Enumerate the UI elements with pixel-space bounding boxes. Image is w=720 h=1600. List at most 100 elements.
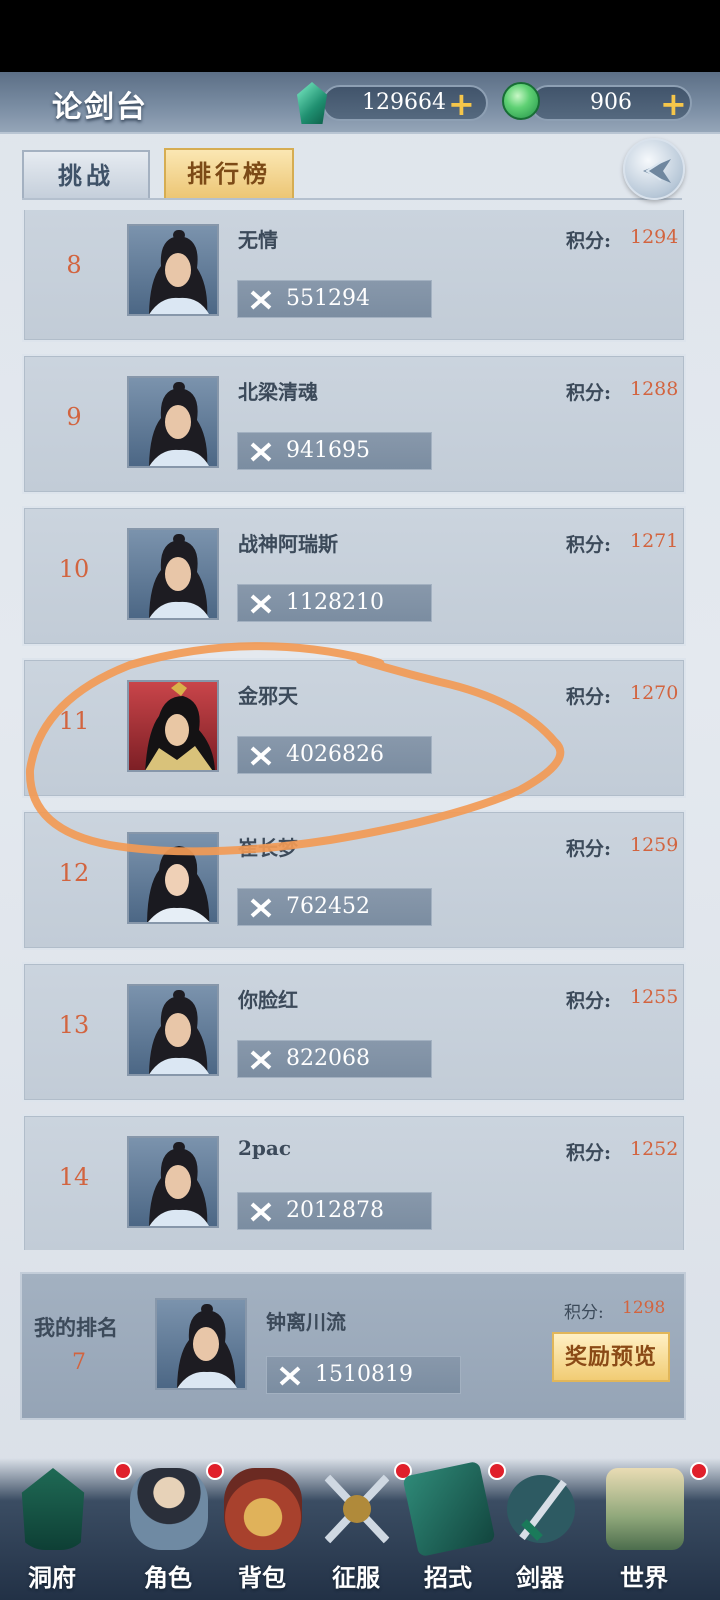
back-arrow-icon [643, 159, 671, 183]
nav-label: 剑器 [516, 1563, 564, 1592]
crossed-swords-icon [250, 746, 272, 766]
world-scroll-icon [606, 1468, 684, 1550]
combat-power-value: 1128210 [286, 590, 384, 615]
combat-power-box: 822068 [237, 1040, 432, 1078]
player-avatar[interactable] [127, 376, 219, 468]
tab-challenge[interactable]: 挑战 [22, 150, 150, 200]
rank-number: 14 [58, 1163, 90, 1191]
gem-currency-value: 129664 [362, 90, 446, 115]
combat-power-box: 762452 [237, 888, 432, 926]
my-score-value: 1298 [622, 1298, 666, 1318]
ranking-row[interactable]: 11 金邪天 4026826 积分: 1270 [22, 658, 686, 798]
score-label: 积分: [566, 990, 612, 1012]
combat-power-box: 551294 [237, 280, 432, 318]
score-value: 1270 [630, 682, 679, 704]
crossed-swords-icon [250, 290, 272, 310]
my-rank-panel: 我的排名 7 钟离川流 1510819 积分: 1298 奖励预览 [20, 1272, 686, 1420]
nav-item-bag[interactable]: 背包 [216, 1462, 308, 1600]
my-avatar[interactable] [155, 1298, 247, 1390]
crossed-swords-icon [323, 1473, 391, 1545]
rank-number: 8 [66, 251, 82, 279]
top-bar: 论剑台 129664 + 906 + [0, 72, 720, 134]
gem-icon [297, 82, 327, 124]
nav-item-character[interactable]: 角色 [122, 1462, 224, 1600]
score-value: 1252 [630, 1138, 679, 1160]
combat-power-box: 4026826 [237, 736, 432, 774]
score-value: 1259 [630, 834, 679, 856]
tab-divider [22, 198, 682, 200]
nav-label: 角色 [144, 1563, 192, 1592]
my-player-name: 钟离川流 [266, 1310, 346, 1334]
tab-ranking[interactable]: 排行榜 [164, 148, 294, 200]
nav-item-swords[interactable]: 剑器 [494, 1462, 586, 1600]
nav-label: 背包 [238, 1563, 286, 1592]
rank-number: 12 [58, 859, 90, 887]
page-title: 论剑台 [52, 90, 148, 125]
rank-number: 11 [58, 707, 90, 735]
ranking-row[interactable]: 12 崔长梦 762452 积分: 1259 [22, 810, 686, 950]
player-avatar[interactable] [127, 224, 219, 316]
combat-power-box: 941695 [237, 432, 432, 470]
score-label: 积分: [566, 534, 612, 556]
score-value: 1255 [630, 986, 679, 1008]
nav-item-conquer[interactable]: 征服 [310, 1462, 412, 1600]
score-label: 积分: [566, 230, 612, 252]
ranking-row[interactable]: 10 战神阿瑞斯 1128210 积分: 1271 [22, 506, 686, 646]
combat-power-box: 1128210 [237, 584, 432, 622]
player-avatar[interactable] [127, 528, 219, 620]
my-rank-label: 我的排名 [34, 1315, 118, 1340]
ranking-row[interactable]: 14 2pac 2012878 积分: 1252 [22, 1114, 686, 1250]
combat-power-value: 822068 [286, 1046, 370, 1071]
player-avatar[interactable] [127, 832, 219, 924]
jade-add-button[interactable]: + [660, 87, 687, 121]
combat-power-value: 941695 [286, 438, 370, 463]
crossed-swords-icon [250, 594, 272, 614]
jade-coin-icon [502, 82, 540, 120]
my-score-label: 积分: [564, 1303, 604, 1323]
combat-power-value: 762452 [286, 894, 370, 919]
player-name: 无情 [238, 228, 278, 252]
player-name: 崔长梦 [238, 836, 298, 860]
jade-currency-value: 906 [590, 90, 632, 115]
crossed-swords-icon [250, 898, 272, 918]
rank-number: 13 [58, 1011, 90, 1039]
bottom-nav: 洞府 角色 背包 征服 招式 剑器 世界 [0, 1458, 720, 1600]
jade-currency-box: 906 + [530, 85, 692, 121]
crossed-swords-icon [250, 442, 272, 462]
crossed-swords-icon [250, 1202, 272, 1222]
score-label: 积分: [566, 686, 612, 708]
combat-power-value: 2012878 [286, 1198, 384, 1223]
score-value: 1288 [630, 378, 679, 400]
player-avatar[interactable] [127, 984, 219, 1076]
ranking-row[interactable]: 13 你脸红 822068 积分: 1255 [22, 962, 686, 1102]
my-combat-power-box: 1510819 [266, 1356, 461, 1394]
cave-dwelling-icon [21, 1468, 85, 1550]
reward-preview-button[interactable]: 奖励预览 [552, 1332, 670, 1382]
skill-book-icon [402, 1460, 496, 1558]
score-value: 1271 [630, 530, 679, 552]
nav-item-world[interactable]: 世界 [598, 1462, 708, 1600]
back-button[interactable] [623, 138, 685, 200]
score-label: 积分: [566, 1142, 612, 1164]
ranking-row[interactable]: 9 北梁清魂 941695 积分: 1288 [22, 354, 686, 494]
combat-power-value: 4026826 [286, 742, 384, 767]
my-combat-power-value: 1510819 [315, 1362, 413, 1387]
player-avatar[interactable] [127, 680, 219, 772]
arena-screen: 论剑台 129664 + 906 + 挑战 排行榜 8 无情 551294 积分… [0, 72, 720, 1600]
nav-item-skills[interactable]: 招式 [402, 1460, 506, 1600]
crossed-swords-icon [250, 1050, 272, 1070]
score-value: 1294 [630, 226, 679, 248]
combat-power-box: 2012878 [237, 1192, 432, 1230]
nav-item-cave[interactable]: 洞府 [6, 1462, 132, 1600]
player-name: 战神阿瑞斯 [238, 532, 338, 556]
ranking-list[interactable]: 8 无情 551294 积分: 1294 9 北梁清魂 941695 积分: 1… [22, 210, 686, 1250]
gem-add-button[interactable]: + [448, 87, 475, 121]
player-avatar[interactable] [127, 1136, 219, 1228]
crossed-swords-icon [279, 1366, 301, 1386]
ranking-row[interactable]: 8 无情 551294 积分: 1294 [22, 210, 686, 342]
combat-power-value: 551294 [286, 286, 370, 311]
player-name: 北梁清魂 [238, 380, 318, 404]
notification-dot [690, 1462, 708, 1480]
rank-number: 10 [58, 555, 90, 583]
player-name: 金邪天 [238, 684, 298, 708]
